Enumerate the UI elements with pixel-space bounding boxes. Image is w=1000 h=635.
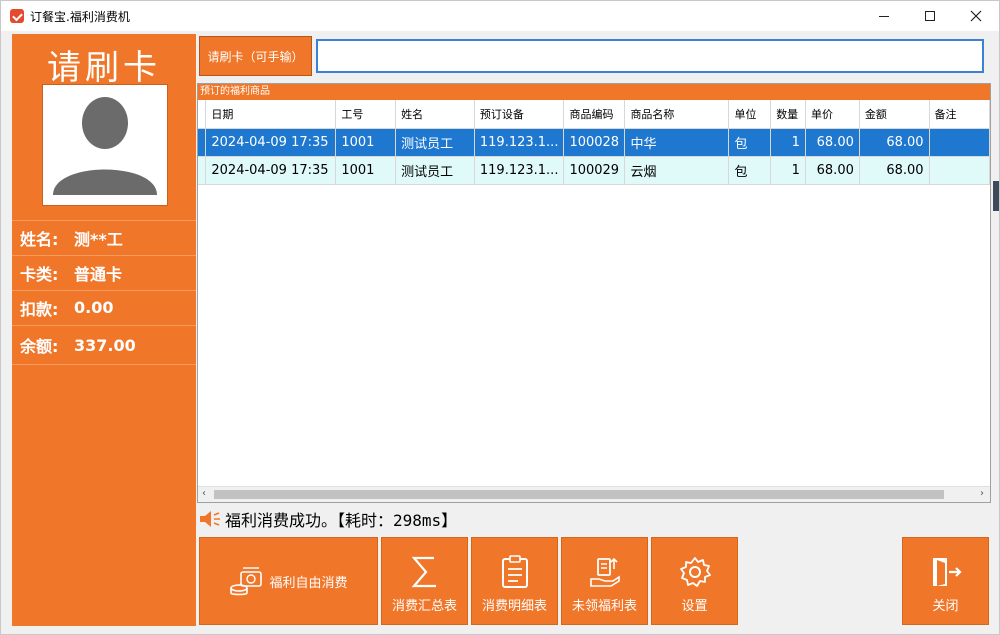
table-row[interactable]: 2024-04-09 17:35 1001 测试员工 119.123.1... … bbox=[198, 156, 991, 185]
app-logo-icon bbox=[10, 9, 24, 23]
grid-caption: 预订的福利商品 bbox=[198, 84, 990, 100]
window-controls bbox=[861, 1, 999, 31]
clipboard-list-icon bbox=[501, 555, 528, 588]
col-emp-no[interactable]: 工号 bbox=[335, 100, 397, 129]
items-table: 日期 工号 姓名 预订设备 商品编码 商品名称 单位 数量 单价 金额 备注 2… bbox=[198, 100, 991, 185]
status-text: 福利消费成功。【耗时：298ms】 bbox=[225, 511, 458, 530]
cell-note bbox=[929, 128, 991, 157]
side-strip bbox=[993, 181, 999, 211]
card-type-label: 卡类: bbox=[20, 264, 59, 284]
col-amount[interactable]: 金额 bbox=[859, 100, 930, 129]
cell-name: 测试员工 bbox=[395, 156, 475, 185]
name-label: 姓名: bbox=[20, 229, 59, 249]
cell-emp-no: 1001 bbox=[335, 156, 397, 185]
cell-amount: 68.00 bbox=[859, 156, 930, 185]
deduction-label: 扣款: bbox=[20, 299, 59, 319]
title-bar: 订餐宝.福利消费机 bbox=[1, 1, 999, 31]
sigma-icon bbox=[411, 556, 436, 588]
name-value: 测**工 bbox=[74, 229, 123, 249]
cell-qty: 1 bbox=[770, 156, 806, 185]
deduction-value: 0.00 bbox=[74, 298, 114, 317]
cell-product: 中华 bbox=[624, 128, 730, 157]
status-message: 福利消费成功。【耗时：298ms】 bbox=[199, 506, 457, 532]
scroll-right-icon[interactable]: › bbox=[980, 488, 984, 499]
table-row[interactable]: 2024-04-09 17:35 1001 测试员工 119.123.1... … bbox=[198, 128, 991, 157]
money-icon bbox=[230, 567, 263, 596]
cell-price: 68.00 bbox=[805, 128, 860, 157]
detail-report-button[interactable]: 消费明细表 bbox=[471, 537, 558, 625]
maximize-icon[interactable] bbox=[907, 1, 953, 31]
avatar bbox=[42, 84, 168, 206]
col-price[interactable]: 单价 bbox=[805, 100, 860, 129]
unclaimed-report-label: 未领福利表 bbox=[571, 599, 637, 614]
speaker-icon bbox=[200, 511, 220, 527]
free-consume-label: 福利自由消费 bbox=[269, 575, 348, 591]
swipe-card-heading: 请刷卡 bbox=[47, 48, 161, 88]
col-name[interactable]: 姓名 bbox=[395, 100, 475, 129]
summary-report-button[interactable]: 消费汇总表 bbox=[381, 537, 468, 625]
settings-button[interactable]: 设置 bbox=[651, 537, 738, 625]
welfare-items-grid: 预订的福利商品 日期 工号 姓名 预订设备 商品编码 商品名称 单位 数量 单价… bbox=[197, 83, 991, 503]
col-unit[interactable]: 单位 bbox=[728, 100, 772, 129]
col-date[interactable]: 日期 bbox=[205, 100, 337, 129]
minimize-icon[interactable] bbox=[861, 1, 907, 31]
detail-report-label: 消费明细表 bbox=[481, 599, 547, 614]
exit-door-icon bbox=[932, 558, 962, 586]
cell-device: 119.123.1... bbox=[474, 128, 565, 157]
cell-device: 119.123.1... bbox=[474, 156, 565, 185]
cell-unit: 包 bbox=[728, 156, 772, 185]
col-note[interactable]: 备注 bbox=[929, 100, 991, 129]
cell-price: 68.00 bbox=[805, 156, 860, 185]
free-consume-button[interactable]: 福利自由消费 bbox=[199, 537, 378, 625]
balance-label: 余额: bbox=[20, 337, 59, 356]
close-button[interactable]: 关闭 bbox=[902, 537, 989, 625]
info-row-card-type: 卡类: 普通卡 bbox=[12, 255, 196, 289]
user-silhouette-icon bbox=[53, 97, 157, 195]
balance-value: 337.00 bbox=[74, 335, 136, 355]
swipe-card-button[interactable]: 请刷卡（可手输） bbox=[199, 36, 312, 76]
window-title: 订餐宝.福利消费机 bbox=[30, 9, 130, 24]
table-header-row: 日期 工号 姓名 预订设备 商品编码 商品名称 单位 数量 单价 金额 备注 bbox=[198, 100, 991, 129]
app-window: 订餐宝.福利消费机 请刷卡 姓名: 测**工 卡类: 普通卡 扣款: 0.00 bbox=[0, 0, 1000, 635]
cell-note bbox=[929, 156, 991, 185]
cell-qty: 1 bbox=[770, 128, 806, 157]
card-type-value: 普通卡 bbox=[74, 264, 123, 284]
cell-code: 100028 bbox=[563, 128, 626, 157]
unclaimed-report-button[interactable]: 未领福利表 bbox=[561, 537, 648, 625]
card-number-input[interactable] bbox=[316, 39, 984, 73]
hand-gift-icon bbox=[589, 557, 620, 587]
col-device[interactable]: 预订设备 bbox=[474, 100, 565, 129]
settings-label: 设置 bbox=[681, 599, 708, 614]
cell-name: 测试员工 bbox=[395, 128, 475, 157]
cell-unit: 包 bbox=[728, 128, 772, 157]
cell-amount: 68.00 bbox=[859, 128, 930, 157]
info-row-deduction: 扣款: 0.00 bbox=[12, 290, 196, 324]
info-row-balance: 余额: 337.00 bbox=[12, 325, 196, 365]
horizontal-scrollbar[interactable]: ‹ › bbox=[198, 486, 990, 502]
scroll-left-icon[interactable]: ‹ bbox=[202, 488, 206, 499]
card-info-panel: 请刷卡 姓名: 测**工 卡类: 普通卡 扣款: 0.00 余额: 337.00 bbox=[12, 34, 196, 626]
gear-icon bbox=[679, 557, 711, 587]
cell-emp-no: 1001 bbox=[335, 128, 397, 157]
close-icon[interactable] bbox=[953, 1, 999, 31]
col-product[interactable]: 商品名称 bbox=[624, 100, 730, 129]
summary-report-label: 消费汇总表 bbox=[391, 599, 457, 614]
cell-code: 100029 bbox=[563, 156, 626, 185]
cell-product: 云烟 bbox=[624, 156, 730, 185]
col-qty[interactable]: 数量 bbox=[770, 100, 806, 129]
col-code[interactable]: 商品编码 bbox=[563, 100, 626, 129]
info-row-name: 姓名: 测**工 bbox=[12, 220, 196, 254]
cell-date: 2024-04-09 17:35 bbox=[205, 128, 337, 157]
scrollbar-thumb[interactable] bbox=[214, 490, 944, 499]
close-label: 关闭 bbox=[932, 599, 959, 614]
cell-date: 2024-04-09 17:35 bbox=[205, 156, 337, 185]
